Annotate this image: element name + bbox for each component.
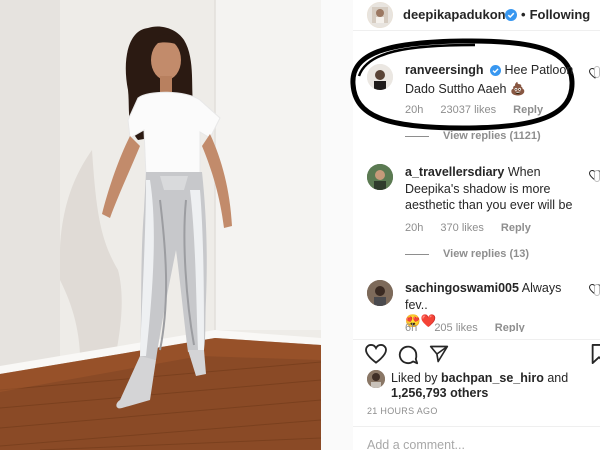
comment-age: 20h	[405, 222, 424, 234]
follow-status: • Following	[521, 7, 590, 22]
commenter-avatar[interactable]	[367, 280, 393, 306]
liker-avatar[interactable]	[367, 370, 385, 388]
comment-username[interactable]: a_travellersdiary	[405, 165, 504, 179]
comment-username[interactable]: sachingoswami005	[405, 281, 519, 295]
likes-others-count[interactable]: 1,256,793 others	[391, 386, 488, 400]
header-separator: •	[521, 7, 526, 22]
view-replies-link[interactable]: View replies (13)	[405, 248, 529, 260]
author-username[interactable]: deepikapadukone	[403, 7, 513, 22]
comment-meta: 20h 370 likes Reply	[405, 222, 545, 234]
actions-divider	[353, 339, 600, 340]
view-replies-label: View replies (1121)	[443, 130, 541, 142]
cropped-heart-icon[interactable]	[594, 170, 600, 182]
replies-line	[405, 253, 429, 255]
replies-line	[405, 135, 429, 137]
comment-input-divider	[353, 426, 600, 427]
likes-summary: Liked by bachpan_se_hiro and 1,256,793 o…	[367, 370, 597, 402]
cropped-heart-icon[interactable]	[594, 66, 600, 78]
action-bar	[353, 342, 600, 368]
commenter-avatar-image	[367, 164, 393, 190]
reply-button[interactable]: Reply	[513, 104, 543, 116]
comment-age: 20h	[405, 104, 424, 116]
commenter-avatar-image	[367, 64, 393, 90]
liker-avatar-image	[367, 370, 385, 388]
heart-outline-icon[interactable]	[365, 344, 387, 364]
verified-badge-icon	[490, 64, 501, 81]
header-divider	[353, 30, 600, 31]
comment-text: ranveersingh Hee Patloon Dado Suttho Aae…	[405, 62, 580, 97]
commenter-avatar[interactable]	[367, 164, 393, 190]
comment-username[interactable]: ranveersingh	[405, 63, 484, 77]
verified-badge-icon	[505, 8, 517, 26]
bookmark-icon[interactable]	[591, 344, 600, 364]
comment-likes[interactable]: 23037 likes	[440, 104, 496, 116]
comment-likes[interactable]: 370 likes	[440, 222, 483, 234]
likes-text: Liked by bachpan_se_hiro and 1,256,793 o…	[391, 371, 568, 401]
comment-a-travellersdiary: a_travellersdiary When Deepika's shadow …	[353, 158, 600, 238]
comment-text: a_travellersdiary When Deepika's shadow …	[405, 164, 580, 214]
post-photo[interactable]	[0, 0, 321, 450]
comment-meta: 20h 23037 likes Reply	[405, 104, 557, 116]
commenter-avatar-image	[367, 280, 393, 306]
speech-bubble-icon[interactable]	[397, 344, 419, 366]
comment-emoji: 💩	[509, 81, 526, 96]
view-replies-label: View replies (13)	[443, 248, 530, 260]
view-replies-link[interactable]: View replies (1121)	[405, 130, 541, 142]
liker-username[interactable]: bachpan_se_hiro	[441, 371, 544, 385]
likes-and: and	[547, 371, 569, 385]
cropped-heart-icon[interactable]	[594, 284, 600, 296]
paper-plane-icon[interactable]	[429, 344, 449, 364]
author-avatar-image	[368, 3, 392, 27]
post-header: deepikapadukone • Following	[353, 0, 600, 30]
following-button[interactable]: Following	[530, 7, 591, 22]
post-side-panel: deepikapadukone • Following ranveersingh …	[350, 0, 600, 450]
photo-illustration	[0, 0, 321, 450]
add-comment-input[interactable]: Add a comment...	[367, 438, 465, 450]
liked-by-prefix: Liked by	[391, 371, 438, 385]
photo-panel-gap	[321, 0, 353, 450]
post-timestamp[interactable]: 21 HOURS AGO	[367, 406, 438, 416]
author-avatar[interactable]	[367, 2, 393, 28]
commenter-avatar[interactable]	[367, 64, 393, 90]
reply-button[interactable]: Reply	[501, 222, 531, 234]
comment-sachingoswami005: sachingoswami005 Always fev.. 😍❤️ 6h 205…	[353, 276, 600, 334]
